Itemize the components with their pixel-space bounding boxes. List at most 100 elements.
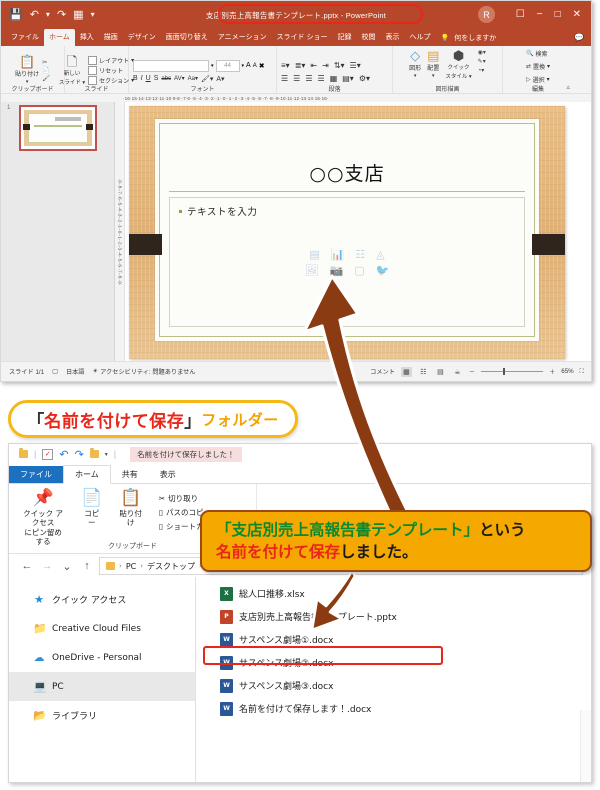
arrange-button[interactable]: ▤ 配置 ▾: [427, 49, 439, 79]
pin-to-quick-access-button[interactable]: 📌 クイック アクセス にピン留めする: [21, 490, 65, 547]
ribbon-display-options-icon[interactable]: ☐: [516, 10, 525, 20]
file-row-4[interactable]: W サスペンス劇場③.docx: [196, 674, 591, 697]
customize-qat-icon[interactable]: ▾: [105, 451, 108, 458]
comments-button[interactable]: コメント: [370, 367, 395, 376]
italic-button[interactable]: I: [141, 75, 143, 82]
stock-image-icon[interactable]: 📷: [330, 266, 344, 277]
justify-icon[interactable]: ☰: [318, 74, 325, 83]
slide-bullet[interactable]: テキストを入力: [179, 204, 257, 218]
tab-view[interactable]: 表示: [380, 29, 404, 46]
decrease-indent-icon[interactable]: ⇤: [310, 61, 317, 70]
3d-model-icon[interactable]: ◬: [376, 250, 384, 261]
shape-fill-icon[interactable]: ◉▾: [478, 49, 486, 56]
account-avatar[interactable]: R: [478, 6, 495, 23]
cut-button[interactable]: ✂ 切り取り: [159, 493, 256, 504]
comments-icon[interactable]: 💬: [574, 33, 584, 42]
font-color-icon[interactable]: A▾: [216, 75, 224, 83]
tab-animations[interactable]: アニメーション: [213, 29, 272, 46]
line-spacing-icon[interactable]: ⇅▾: [334, 61, 345, 70]
align-left-icon[interactable]: ☰: [281, 74, 288, 83]
paste-button[interactable]: 📋 貼り付け: [118, 490, 143, 528]
increase-font-icon[interactable]: A: [246, 62, 251, 69]
bullets-icon[interactable]: ≡▾: [281, 61, 290, 70]
back-button[interactable]: ←: [17, 560, 37, 572]
align-center-icon[interactable]: ☰: [293, 74, 300, 83]
tell-me-box[interactable]: 何をしますか: [454, 33, 496, 43]
font-name-input[interactable]: [133, 59, 209, 72]
strikethrough-button[interactable]: abc: [161, 76, 171, 82]
video-icon[interactable]: ▢: [354, 266, 364, 277]
align-right-icon[interactable]: ☰: [305, 74, 312, 83]
maximize-button[interactable]: □: [555, 10, 561, 20]
select-button[interactable]: ▷ 選択 ▾: [526, 75, 550, 84]
tab-file[interactable]: ファイル: [6, 29, 44, 46]
chart-icon[interactable]: 📊: [331, 250, 345, 261]
reading-view-button[interactable]: ▤: [435, 367, 446, 377]
zoom-in-button[interactable]: ＋: [549, 367, 555, 376]
layout-button[interactable]: レイアウト▾: [88, 55, 134, 65]
font-size-input[interactable]: 44: [215, 59, 240, 72]
tab-home[interactable]: ホーム: [44, 29, 75, 46]
new-slide-button[interactable]: 🗋 新しい スライド ▾: [59, 55, 85, 86]
shadow-button[interactable]: S: [154, 75, 159, 82]
redo-icon[interactable]: ↷: [75, 448, 84, 461]
new-folder-icon[interactable]: [89, 448, 99, 458]
up-button[interactable]: ↑: [77, 560, 97, 572]
undo-icon[interactable]: ↶: [59, 448, 68, 461]
numbering-icon[interactable]: ≣▾: [295, 61, 306, 70]
tab-review[interactable]: 校閲: [356, 29, 380, 46]
text-highlight-icon[interactable]: 🖌▾: [201, 75, 213, 83]
format-painter-icon[interactable]: 🖌: [42, 75, 50, 82]
icons-icon[interactable]: 🐦: [376, 266, 390, 277]
find-button[interactable]: 🔍 検索: [526, 49, 550, 58]
nav-item-creative-cloud[interactable]: 📁 Creative Cloud Files: [9, 614, 195, 643]
normal-view-button[interactable]: ▦: [400, 366, 412, 377]
minimize-button[interactable]: −: [537, 10, 543, 20]
collapse-ribbon-icon[interactable]: ▵: [566, 83, 570, 91]
explorer-tab-share[interactable]: 共有: [111, 466, 149, 483]
copy-icon[interactable]: 📄: [42, 67, 50, 74]
breadcrumb-item-desktop[interactable]: デスクトップ: [147, 561, 195, 572]
zoom-level-label[interactable]: 65%: [561, 368, 573, 375]
change-case-icon[interactable]: Aa▾: [188, 75, 198, 82]
breadcrumb-item-pc[interactable]: PC: [126, 562, 136, 571]
slide-sorter-view-button[interactable]: ☷: [418, 367, 429, 377]
shapes-button[interactable]: ◇ 図形 ▾: [409, 49, 421, 79]
fit-to-window-icon[interactable]: ⛶: [580, 368, 584, 376]
tab-design[interactable]: デザイン: [123, 29, 161, 46]
shape-outline-icon[interactable]: ✎▾: [478, 58, 486, 65]
character-spacing-icon[interactable]: AV▾: [174, 75, 185, 82]
reset-button[interactable]: リセット: [88, 65, 134, 75]
file-row-0[interactable]: X 総人口推移.xlsx: [196, 582, 591, 605]
file-row-5[interactable]: W 名前を付けて保存します！.docx: [196, 697, 591, 720]
slide-thumbnail-1[interactable]: [19, 105, 97, 151]
file-row-1[interactable]: P 支店別売上高報告書テンプレート.pptx: [196, 605, 591, 628]
nav-item-library[interactable]: 📂 ライブラリ: [9, 701, 195, 730]
smartart-icon[interactable]: ☷: [355, 250, 365, 261]
tab-draw[interactable]: 描画: [99, 29, 123, 46]
clear-formatting-icon[interactable]: ✖: [259, 62, 265, 70]
notes-icon[interactable]: ▢: [52, 368, 58, 375]
shape-effects-icon[interactable]: ◔▾: [478, 67, 486, 74]
accessibility-status[interactable]: アクセシビリティ: 問題ありません: [100, 367, 195, 376]
zoom-out-button[interactable]: －: [469, 367, 475, 376]
slide-show-button[interactable]: ☕: [452, 367, 463, 377]
underline-button[interactable]: U: [146, 75, 151, 82]
explorer-tab-home[interactable]: ホーム: [63, 465, 111, 484]
copy-button[interactable]: 📄 コピー: [81, 490, 102, 528]
explorer-tab-file[interactable]: ファイル: [9, 466, 63, 483]
explorer-tab-view[interactable]: 表示: [149, 466, 187, 483]
cut-icon[interactable]: ✂: [42, 59, 50, 66]
folder-icon[interactable]: [19, 448, 28, 458]
nav-item-pc[interactable]: 💻 PC: [9, 672, 195, 701]
tab-slideshow[interactable]: スライド ショー: [272, 29, 333, 46]
table-icon[interactable]: ▤: [309, 250, 319, 261]
align-text-icon[interactable]: ▤▾: [342, 74, 354, 83]
explorer-scrollbar[interactable]: [580, 710, 591, 782]
zoom-slider[interactable]: [481, 368, 544, 375]
quick-styles-button[interactable]: ⬢ クイック スタイル ▾: [445, 49, 471, 80]
recent-locations-button[interactable]: ⌄: [57, 560, 77, 573]
bold-button[interactable]: B: [133, 75, 138, 82]
decrease-font-icon[interactable]: A: [253, 63, 257, 69]
close-button[interactable]: ✕: [573, 10, 581, 20]
